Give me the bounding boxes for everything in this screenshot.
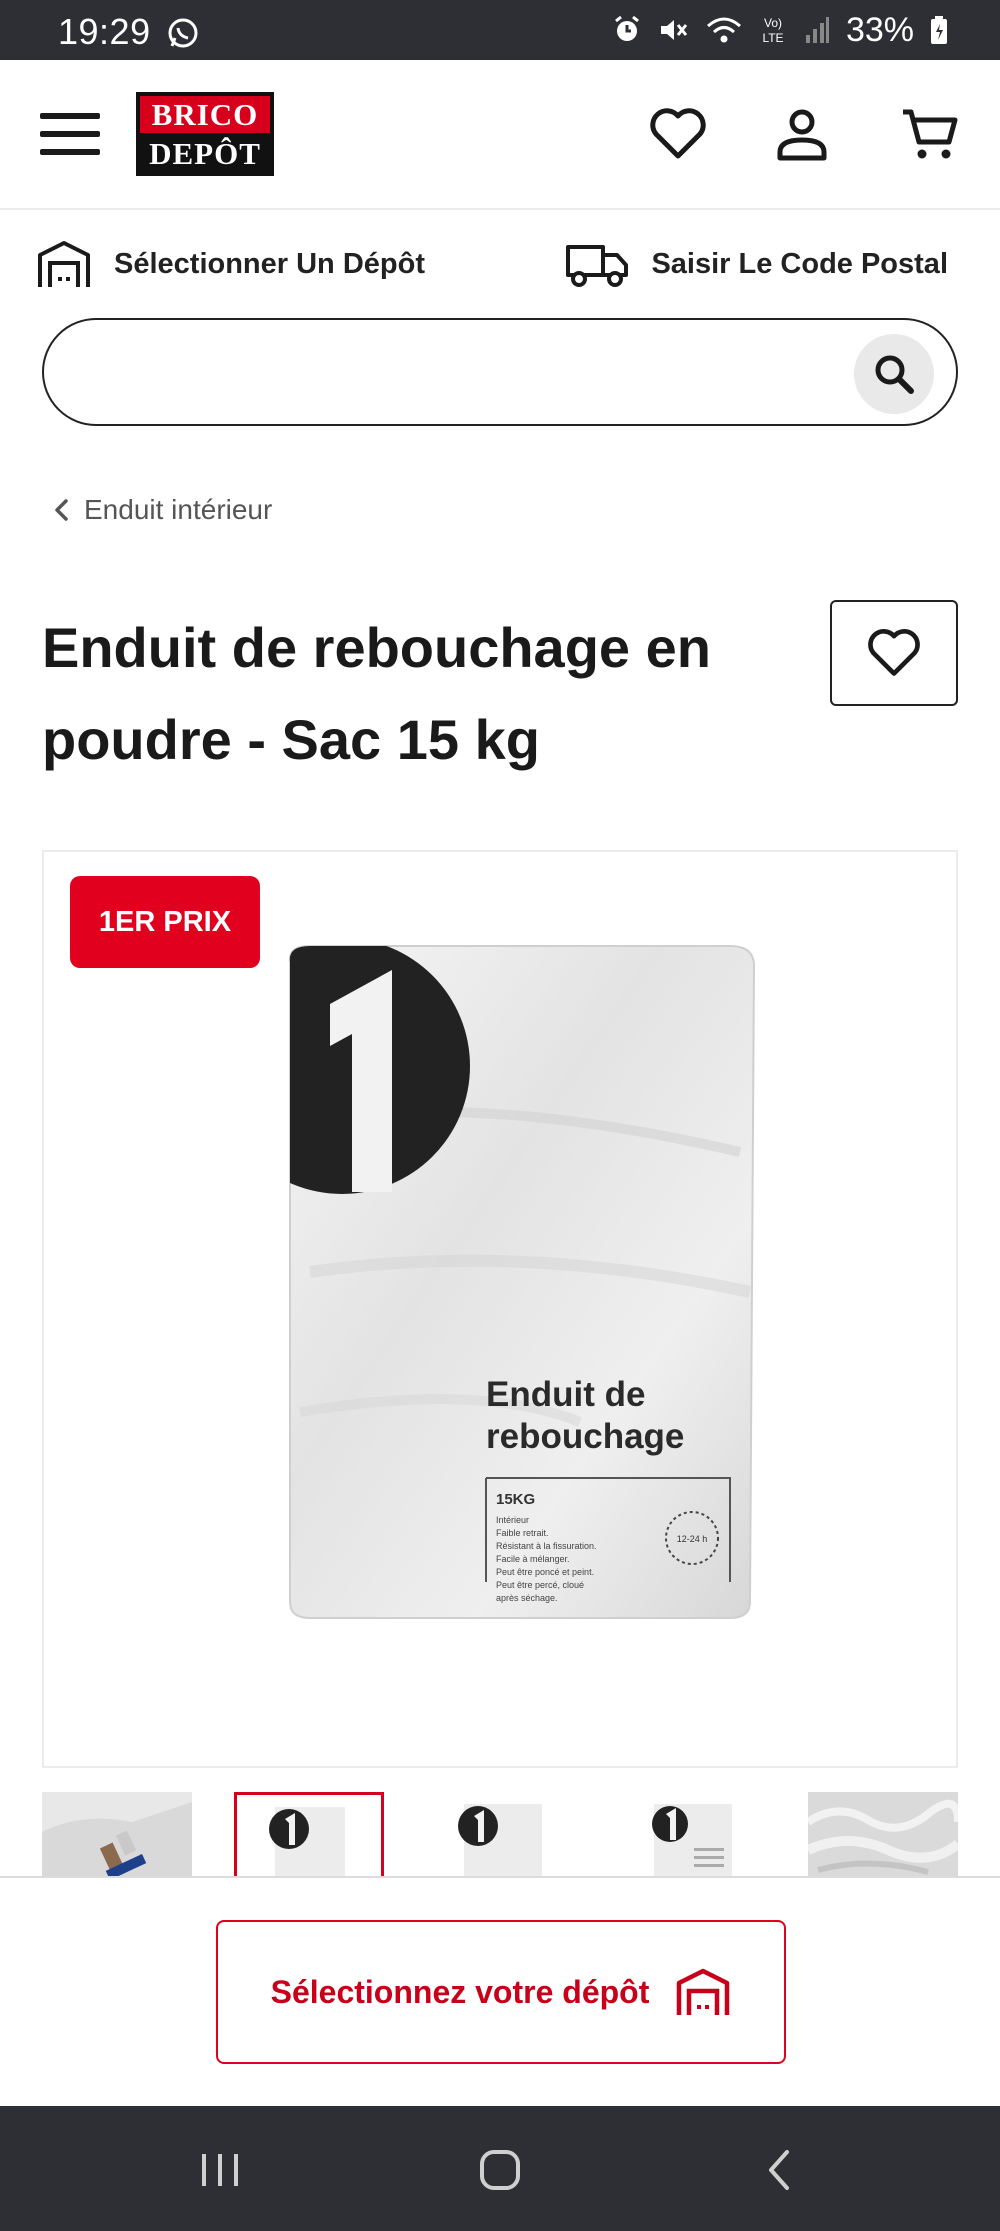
svg-text:Vo): Vo) bbox=[764, 16, 782, 30]
menu-button[interactable] bbox=[40, 110, 100, 158]
bag-label-line1: Enduit de bbox=[486, 1375, 645, 1414]
thumb-texture-image bbox=[808, 1792, 958, 1876]
sticky-footer: Sélectionnez votre dépôt bbox=[0, 1876, 1000, 2106]
select-depot-label: Sélectionnez votre dépôt bbox=[270, 1973, 650, 2010]
back-button[interactable] bbox=[750, 2144, 810, 2196]
bag-time: 12-24 h bbox=[677, 1534, 708, 1544]
status-time: 19:29 bbox=[58, 11, 151, 52]
battery-icon bbox=[931, 16, 947, 44]
breadcrumb-label: Enduit intérieur bbox=[84, 494, 273, 525]
cart-button[interactable] bbox=[900, 104, 960, 164]
postal-code-link[interactable]: Saisir Le Code Postal bbox=[565, 236, 948, 292]
thumbnail-active[interactable] bbox=[234, 1792, 384, 1876]
home-icon bbox=[480, 2150, 520, 2190]
recent-apps-icon bbox=[202, 2154, 238, 2186]
cart-icon bbox=[903, 109, 958, 159]
bag-detail: Peut être percé, cloué bbox=[496, 1580, 584, 1590]
back-icon bbox=[769, 2150, 789, 2190]
status-bar: 19:29 Vo) LTE 33% bbox=[0, 0, 1000, 60]
thumbnail[interactable] bbox=[808, 1792, 958, 1876]
home-button[interactable] bbox=[470, 2144, 530, 2196]
product-title: Enduit de rebouchage en poudre - Sac 15 … bbox=[42, 616, 711, 771]
wishlist-button[interactable] bbox=[648, 104, 708, 164]
thumb-application-image bbox=[42, 1792, 192, 1876]
status-icons: Vo) LTE 33% bbox=[612, 10, 948, 49]
breadcrumb[interactable]: Enduit intérieur bbox=[52, 490, 272, 530]
bag-detail: Peut être poncé et peint. bbox=[496, 1567, 594, 1577]
search-icon bbox=[875, 355, 914, 394]
bag-label-line2: rebouchage bbox=[486, 1417, 684, 1456]
chevron-left-icon bbox=[55, 499, 68, 521]
logo-top-text: BRICO bbox=[140, 96, 270, 133]
bag-detail: Intérieur bbox=[496, 1515, 529, 1525]
thumbnail-strip bbox=[42, 1792, 958, 1876]
search-button[interactable] bbox=[854, 334, 934, 414]
signal-icon bbox=[805, 17, 829, 43]
store-icon bbox=[677, 1968, 730, 2015]
thumb-bag-image bbox=[458, 1804, 542, 1876]
search-bar bbox=[42, 318, 958, 426]
store-icon bbox=[38, 241, 90, 287]
logo-bottom-text: DEPÔT bbox=[149, 136, 261, 171]
alarm-icon bbox=[615, 15, 639, 41]
thumb-bag-image bbox=[269, 1807, 345, 1876]
wifi-icon bbox=[706, 17, 741, 43]
truck-icon bbox=[566, 245, 629, 287]
bag-weight: 15KG bbox=[496, 1491, 535, 1508]
bag-detail: Résistant à la fissuration. bbox=[496, 1541, 597, 1551]
bag-detail: Faible retrait. bbox=[496, 1528, 549, 1538]
search-input[interactable] bbox=[84, 340, 844, 406]
add-to-wishlist-button[interactable] bbox=[830, 600, 958, 706]
price-badge: 1ER PRIX bbox=[70, 876, 260, 968]
recent-apps-button[interactable] bbox=[190, 2144, 250, 2196]
select-store-label: Sélectionner Un Dépôt bbox=[114, 247, 425, 280]
store-row: Sélectionner Un Dépôt Saisir Le Code Pos… bbox=[0, 236, 1000, 292]
thumbnail[interactable] bbox=[614, 1792, 764, 1876]
site-header: BRICO DEPÔT bbox=[0, 60, 1000, 210]
thumbnail[interactable] bbox=[424, 1792, 574, 1876]
brand-logo[interactable]: BRICO DEPÔT bbox=[136, 92, 274, 176]
system-nav-bar bbox=[0, 2106, 1000, 2231]
postal-code-label: Saisir Le Code Postal bbox=[651, 247, 948, 280]
battery-percent: 33% bbox=[845, 10, 914, 49]
heart-icon bbox=[650, 108, 706, 159]
product-image: Enduit de rebouchage 15KG Intérieur Faib… bbox=[288, 945, 756, 1619]
select-depot-button[interactable]: Sélectionnez votre dépôt bbox=[216, 1920, 786, 2064]
select-store-link[interactable]: Sélectionner Un Dépôt bbox=[36, 236, 425, 292]
bag-detail: Facile à mélanger. bbox=[496, 1554, 570, 1564]
account-button[interactable] bbox=[772, 104, 832, 164]
product-image-gallery[interactable]: 1ER PRIX Enduit de rebouchage 15KG Intér… bbox=[42, 850, 958, 1768]
mute-icon bbox=[660, 20, 688, 40]
user-icon bbox=[777, 109, 827, 161]
menu-icon bbox=[40, 113, 100, 155]
heart-icon bbox=[868, 629, 920, 676]
volte-icon: Vo) LTE bbox=[762, 16, 783, 45]
bag-detail: après séchage. bbox=[496, 1593, 558, 1603]
thumbnail[interactable] bbox=[42, 1792, 192, 1876]
thumb-bag-back-image bbox=[652, 1804, 732, 1876]
whatsapp-icon bbox=[168, 18, 198, 48]
svg-text:LTE: LTE bbox=[762, 31, 783, 45]
